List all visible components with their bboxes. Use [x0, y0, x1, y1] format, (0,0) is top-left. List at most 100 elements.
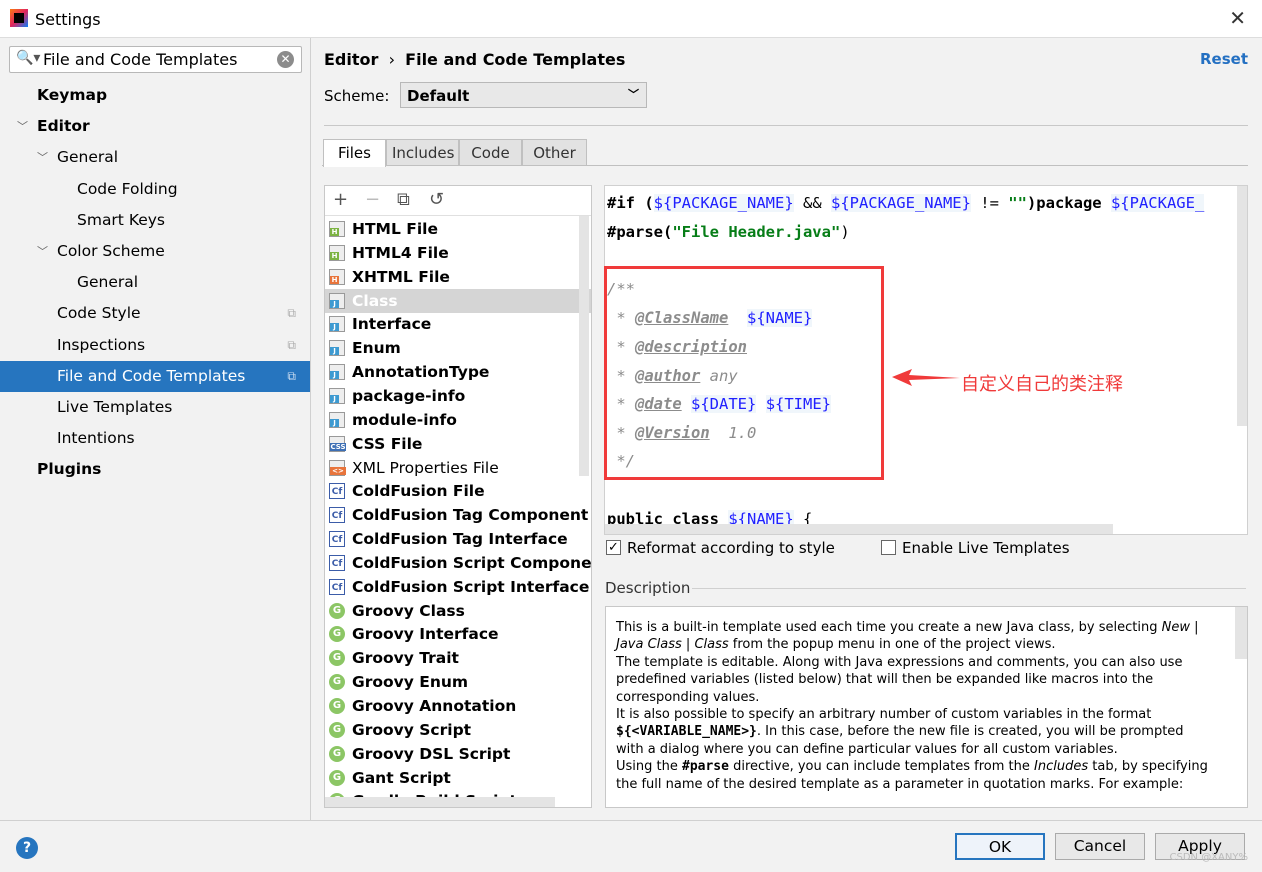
tab-other[interactable]: Other: [522, 139, 587, 166]
xml-file-icon: <>: [329, 459, 346, 476]
add-icon[interactable]: +: [333, 189, 348, 210]
ok-button[interactable]: OK: [955, 833, 1045, 860]
template-item[interactable]: G Groovy Class: [325, 599, 591, 623]
code-token: )package: [1026, 194, 1111, 212]
groovy-icon: G: [329, 674, 345, 691]
code-token: #parse(: [607, 223, 673, 241]
sidebar-item[interactable]: File and Code Templates ⧉: [0, 360, 310, 392]
sidebar-item-label: Live Templates: [57, 398, 173, 416]
template-item[interactable]: G Groovy DSL Script: [325, 742, 591, 766]
template-item[interactable]: H HTML4 File: [325, 241, 591, 265]
sidebar-item[interactable]: Intentions: [0, 423, 310, 454]
sidebar-item[interactable]: General: [0, 267, 310, 298]
sidebar-item[interactable]: Inspections ⧉: [0, 330, 310, 361]
cancel-button[interactable]: Cancel: [1055, 833, 1145, 860]
help-button[interactable]: ?: [16, 837, 38, 859]
template-item-label: package-info: [352, 386, 466, 405]
tab-includes[interactable]: Includes: [386, 139, 459, 166]
groovy-icon: G: [329, 626, 345, 643]
template-item[interactable]: <> XML Properties File: [325, 456, 591, 480]
list-scrollbar[interactable]: [579, 216, 589, 476]
template-item[interactable]: Cf ColdFusion Tag Interface: [325, 527, 591, 551]
editor-horizontal-scrollbar[interactable]: [605, 524, 1113, 534]
project-scope-icon: ⧉: [287, 337, 296, 352]
project-scope-icon: ⧉: [287, 306, 296, 321]
template-item[interactable]: G Groovy Interface: [325, 622, 591, 646]
list-horizontal-scrollbar[interactable]: [325, 797, 555, 807]
template-item[interactable]: G Groovy Enum: [325, 670, 591, 694]
coldfusion-icon: Cf: [329, 554, 345, 571]
template-item[interactable]: CSS CSS File: [325, 432, 591, 456]
description-scrollbar[interactable]: [1235, 607, 1247, 659]
watermark: CSDN @XANY%: [1169, 852, 1248, 863]
template-item-label: HTML File: [352, 220, 438, 238]
chevron-down-icon[interactable]: ﹀: [17, 111, 28, 142]
template-item-label: module-info: [352, 410, 457, 429]
sidebar-item[interactable]: Plugins: [0, 454, 310, 485]
template-item[interactable]: H HTML File: [325, 217, 591, 241]
title-bar: [0, 0, 1262, 38]
template-item-label: HTML4 File: [352, 243, 449, 262]
desc-text: directive, you can include templates fro…: [728, 759, 1035, 775]
tab-files[interactable]: Files: [323, 139, 386, 167]
template-item[interactable]: Cf ColdFusion Tag Component: [325, 503, 591, 527]
template-item[interactable]: G Groovy Script: [325, 718, 591, 742]
sidebar-item[interactable]: Smart Keys: [0, 205, 310, 236]
html-file-icon: H: [329, 244, 345, 261]
reformat-checkbox[interactable]: ✓: [606, 540, 621, 555]
java-file-icon: J: [329, 387, 345, 404]
template-item[interactable]: J Class: [325, 288, 591, 313]
chevron-down-icon[interactable]: ﹀: [37, 236, 48, 267]
template-item[interactable]: Cf ColdFusion Script Interface: [325, 575, 591, 599]
groovy-icon: G: [329, 650, 345, 667]
description-panel: This is a built-in template used each ti…: [605, 606, 1248, 808]
code-token: #if (: [607, 194, 654, 212]
sidebar-item[interactable]: ﹀ General: [0, 142, 310, 173]
search-input[interactable]: 🔍▾ File and Code Templates ✕: [9, 46, 302, 73]
template-item[interactable]: Cf ColdFusion Script Component: [325, 551, 591, 575]
template-item-label: AnnotationType: [352, 363, 490, 382]
sidebar-item-label: Intentions: [57, 429, 135, 448]
template-item[interactable]: G Gant Script: [325, 766, 591, 790]
reset-link[interactable]: Reset: [1200, 50, 1248, 68]
remove-icon[interactable]: −: [365, 189, 380, 210]
sidebar-item[interactable]: ﹀ Editor: [0, 111, 310, 142]
reset-icon[interactable]: ↺: [429, 189, 444, 210]
sidebar-item[interactable]: Code Folding: [0, 174, 310, 205]
template-item[interactable]: G Groovy Annotation: [325, 694, 591, 718]
live-templates-checkbox[interactable]: [881, 540, 896, 555]
coldfusion-icon: Cf: [329, 483, 345, 500]
search-icon: 🔍▾: [16, 50, 41, 66]
sidebar-item-label: Editor: [37, 117, 90, 136]
sidebar-item[interactable]: Live Templates: [0, 392, 310, 423]
chevron-down-icon[interactable]: ﹀: [37, 142, 48, 173]
list-toolbar: + − ⧉ ↺: [325, 186, 591, 216]
scheme-select[interactable]: Default ﹀: [400, 82, 647, 108]
editor-scrollbar[interactable]: [1237, 186, 1247, 426]
clear-search-icon[interactable]: ✕: [277, 51, 294, 68]
close-icon[interactable]: ✕: [1229, 6, 1246, 30]
sidebar-item[interactable]: Keymap: [0, 80, 310, 111]
template-item[interactable]: Cf ColdFusion File: [325, 479, 591, 503]
groovy-icon: G: [329, 745, 345, 762]
template-item[interactable]: J AnnotationType: [325, 360, 591, 384]
search-value: File and Code Templates: [43, 50, 238, 69]
code-token: ): [840, 223, 850, 241]
template-item[interactable]: J Interface: [325, 312, 591, 336]
sidebar-item[interactable]: ﹀ Color Scheme: [0, 236, 310, 267]
template-item[interactable]: Jmodule-info: [325, 408, 591, 432]
html-file-icon: H: [329, 268, 345, 285]
template-item[interactable]: J Enum: [325, 336, 591, 360]
desc-text: from the popup menu in one of the projec…: [728, 637, 1056, 653]
sidebar-item-label: Plugins: [37, 460, 102, 479]
annotation-highlight-box: [604, 266, 884, 480]
template-item[interactable]: G Groovy Trait: [325, 646, 591, 670]
tab-code[interactable]: Code: [459, 139, 522, 166]
breadcrumb: Editor › File and Code Templates: [324, 50, 625, 69]
desc-text: It is also possible to specify an arbitr…: [616, 707, 1152, 723]
sidebar-item[interactable]: Code Style ⧉: [0, 298, 310, 329]
copy-icon[interactable]: ⧉: [397, 189, 410, 210]
template-item-label: ColdFusion Tag Interface: [352, 530, 568, 549]
template-item[interactable]: Jpackage-info: [325, 384, 591, 408]
template-item[interactable]: H XHTML File: [325, 265, 591, 289]
